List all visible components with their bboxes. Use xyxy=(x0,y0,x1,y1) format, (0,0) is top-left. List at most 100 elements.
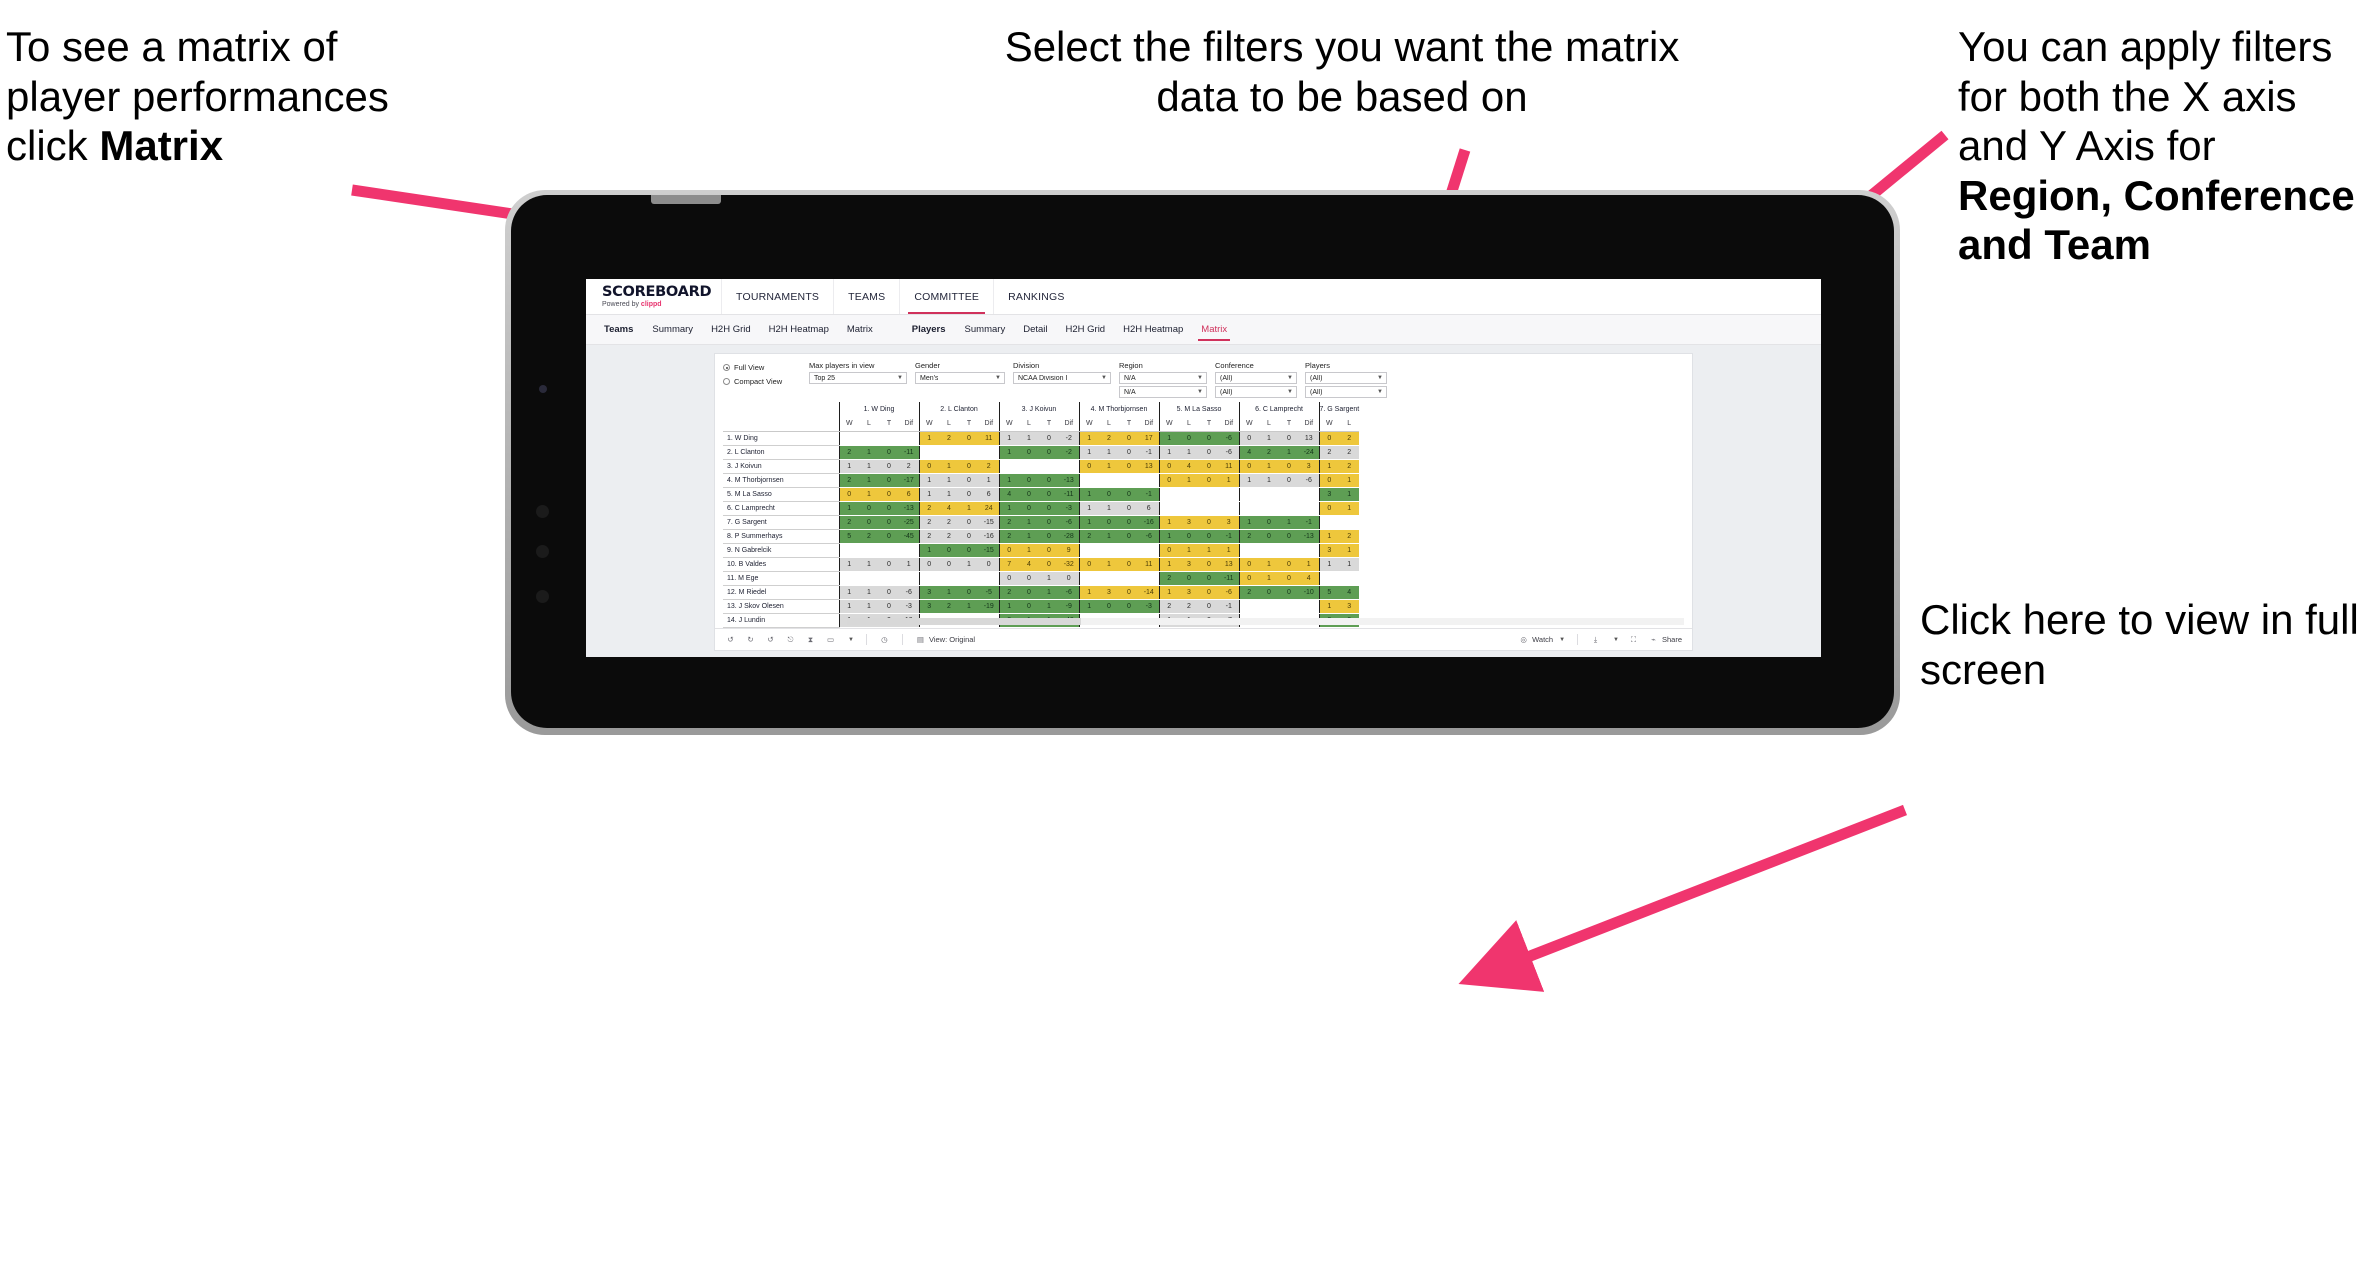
matrix-cell[interactable]: 0 xyxy=(838,487,859,502)
matrix-cell[interactable]: 2 xyxy=(998,585,1019,600)
matrix-cell[interactable]: 0 xyxy=(998,571,1019,586)
matrix-cell[interactable] xyxy=(1179,487,1199,502)
matrix-cell[interactable]: 0 xyxy=(918,459,939,474)
matrix-cell[interactable]: 1 xyxy=(918,473,939,488)
matrix-cell[interactable]: 2 xyxy=(939,430,959,446)
matrix-cell[interactable]: 2 xyxy=(838,445,859,460)
matrix-cell[interactable]: 0 xyxy=(1019,473,1039,488)
radio-compact-view[interactable]: Compact View xyxy=(723,376,801,387)
matrix-cell[interactable]: 0 xyxy=(959,627,979,628)
matrix-cell[interactable] xyxy=(879,543,899,558)
matrix-cell[interactable]: 0 xyxy=(1039,627,1059,628)
matrix-cell[interactable]: 0 xyxy=(1039,515,1059,530)
matrix-cell[interactable]: 6 xyxy=(1139,501,1159,516)
matrix-cell[interactable]: -3 xyxy=(1139,599,1159,614)
matrix-cell[interactable]: 3 xyxy=(1299,459,1319,474)
matrix-cell[interactable]: -1 xyxy=(1219,599,1239,614)
matrix-cell[interactable] xyxy=(1199,501,1219,516)
matrix-cell[interactable]: 6 xyxy=(979,487,999,502)
topnav-item-rankings[interactable]: RANKINGS xyxy=(993,279,1078,314)
matrix-cell[interactable]: -6 xyxy=(1219,430,1239,446)
matrix-cell[interactable]: 0 xyxy=(959,473,979,488)
matrix-cell[interactable]: 6 xyxy=(899,487,919,502)
matrix-cell[interactable]: 2 xyxy=(998,627,1019,628)
matrix-cell[interactable]: 1 xyxy=(1339,557,1360,572)
matrix-cell[interactable]: 4 xyxy=(939,501,959,516)
matrix-cell[interactable]: 1 xyxy=(1158,557,1179,572)
matrix-cell[interactable]: -2 xyxy=(1059,430,1079,446)
matrix-cell[interactable]: 0 xyxy=(1119,459,1139,474)
matrix-cell[interactable]: 0 xyxy=(1099,487,1119,502)
matrix-cell[interactable]: 2 xyxy=(1339,430,1360,446)
matrix-cell[interactable]: 0 xyxy=(1119,557,1139,572)
matrix-cell[interactable]: 0 xyxy=(879,501,899,516)
matrix-cell[interactable]: 2 xyxy=(1238,529,1259,544)
matrix-cell[interactable]: 0 xyxy=(1019,487,1039,502)
matrix-cell[interactable] xyxy=(1238,599,1259,614)
matrix-cell[interactable]: 1 xyxy=(939,487,959,502)
matrix-cell[interactable]: 0 xyxy=(1099,599,1119,614)
matrix-cell[interactable]: 1 xyxy=(1299,557,1319,572)
matrix-cell[interactable]: 1 xyxy=(959,557,979,572)
matrix-cell[interactable]: -1 xyxy=(1299,515,1319,530)
matrix-cell[interactable]: 1 xyxy=(859,585,879,600)
matrix-cell[interactable] xyxy=(1299,487,1319,502)
subnav-players-h2h-grid[interactable]: H2H Grid xyxy=(1057,315,1115,344)
matrix-cell[interactable]: -7 xyxy=(1219,627,1239,628)
matrix-cell[interactable] xyxy=(1078,473,1099,488)
matrix-cell[interactable] xyxy=(1318,515,1340,530)
matrix-cell[interactable]: 2 xyxy=(998,515,1019,530)
matrix-cell[interactable] xyxy=(979,445,999,460)
matrix-cell[interactable]: 0 xyxy=(1199,459,1219,474)
matrix-cell[interactable]: 1 xyxy=(1019,529,1039,544)
matrix-cell[interactable] xyxy=(1318,571,1340,586)
matrix-cell[interactable]: 1 xyxy=(1318,599,1340,614)
subnav-players-summary[interactable]: Summary xyxy=(956,315,1015,344)
matrix-cell[interactable]: 0 xyxy=(1019,599,1039,614)
matrix-cell[interactable]: 0 xyxy=(879,515,899,530)
matrix-cell[interactable]: 0 xyxy=(1078,459,1099,474)
matrix-row[interactable]: 15. P Maichon210-19110-19210-170204110-7… xyxy=(723,627,1360,628)
matrix-cell[interactable]: 0 xyxy=(1259,515,1279,530)
matrix-cell[interactable]: -6 xyxy=(1059,515,1079,530)
matrix-cell[interactable]: 0 xyxy=(959,529,979,544)
matrix-cell[interactable]: 0 xyxy=(1039,430,1059,446)
tablet-button-mid[interactable] xyxy=(536,545,549,558)
matrix-cell[interactable]: -16 xyxy=(979,529,999,544)
matrix-cell[interactable] xyxy=(1339,515,1360,530)
matrix-cell[interactable]: 24 xyxy=(979,501,999,516)
matrix-cell[interactable]: 1 xyxy=(998,599,1019,614)
matrix-cell[interactable]: 1 xyxy=(1078,487,1099,502)
subnav-teams-summary[interactable]: Summary xyxy=(643,315,702,344)
matrix-row[interactable]: 1. W Ding 1 2 0 11 1 1 0 -2 1 2 0 17 1 0 0 -6 0 1 0 13 0 2 xyxy=(723,430,1360,446)
tablet-button-top[interactable] xyxy=(536,505,549,518)
matrix-cell[interactable]: 4 xyxy=(1299,571,1319,586)
matrix-cell[interactable]: -2 xyxy=(1059,445,1079,460)
matrix-cell[interactable]: 2 xyxy=(859,529,879,544)
matrix-cell[interactable] xyxy=(859,543,879,558)
matrix-row[interactable]: 8. P Summerhays 5 2 0 -45 2 2 0 -16 2 1 0 -28 2 1 0 -6 1 0… xyxy=(723,529,1360,544)
matrix-cell[interactable]: 0 xyxy=(1119,487,1139,502)
matrix-cell[interactable]: 2 xyxy=(838,515,859,530)
matrix-row[interactable]: 9. N Gabrelcik 1 0 0 -15 0 1 0 9 0 1 1 1 3 1 xyxy=(723,543,1360,558)
matrix-cell[interactable]: 1 xyxy=(1219,473,1239,488)
matrix-cell[interactable]: 1 xyxy=(1259,459,1279,474)
matrix-cell[interactable]: 0 xyxy=(979,557,999,572)
matrix-cell[interactable]: 0 xyxy=(1119,501,1139,516)
matrix-cell[interactable] xyxy=(918,445,939,460)
matrix-cell[interactable]: 0 xyxy=(879,529,899,544)
matrix-cell[interactable]: 0 xyxy=(1238,430,1259,446)
matrix-cell[interactable]: -17 xyxy=(1059,627,1079,628)
matrix-cell[interactable]: -3 xyxy=(899,599,919,614)
matrix-cell[interactable] xyxy=(838,571,859,586)
matrix-cell[interactable]: 4 xyxy=(1339,585,1360,600)
matrix-cell[interactable]: 1 xyxy=(959,599,979,614)
matrix-cell[interactable]: 0 xyxy=(879,599,899,614)
matrix-cell[interactable] xyxy=(1259,501,1279,516)
matrix-cell[interactable]: 1 xyxy=(918,430,939,446)
matrix-cell[interactable] xyxy=(1238,543,1259,558)
matrix-cell[interactable]: 1 xyxy=(1158,529,1179,544)
matrix-cell[interactable] xyxy=(1039,459,1059,474)
matrix-cell[interactable] xyxy=(1139,543,1159,558)
matrix-cell[interactable]: 1 xyxy=(1318,557,1340,572)
